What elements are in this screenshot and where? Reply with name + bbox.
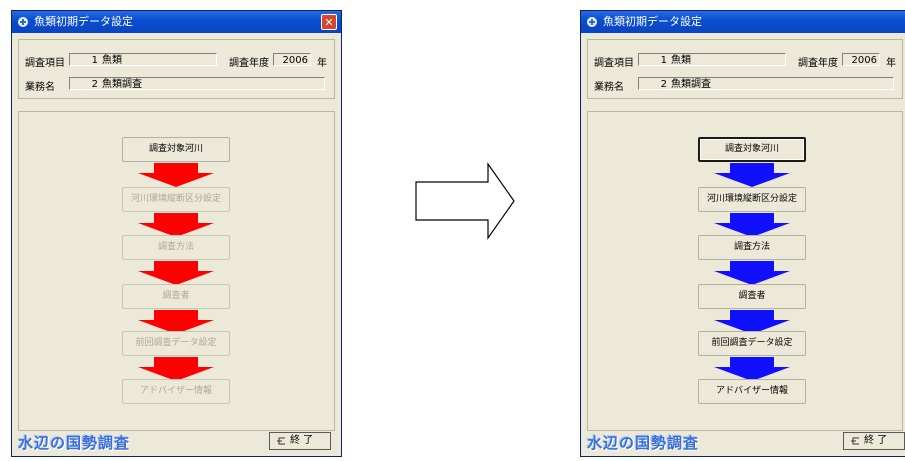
target-river-button[interactable]: 調査対象河川: [122, 137, 230, 162]
red-down-arrow-icon: [138, 163, 214, 187]
river-section-setting-button[interactable]: 河川環境縦断区分設定: [122, 187, 230, 212]
survey-info-panel: 調査項目 1 魚類 調査年度 2006 年 業務名 2 魚類調査: [18, 39, 335, 99]
exit-icon: [277, 437, 285, 445]
previous-survey-data-button[interactable]: 前回調査データ設定: [698, 331, 806, 356]
title-bar: 魚類初期データ設定: [581, 11, 905, 33]
survey-year-field: 2006: [842, 53, 880, 66]
app-icon: [587, 17, 597, 27]
survey-year-unit: 年: [886, 58, 896, 69]
exit-button[interactable]: 終 了: [269, 432, 331, 450]
survey-item-field: 1 魚類: [638, 53, 786, 66]
business-name-field: 2 魚類調査: [638, 77, 894, 90]
red-down-arrow-icon: [138, 213, 214, 237]
target-river-button[interactable]: 調査対象河川: [698, 137, 806, 162]
survey-item-number: 1: [91, 55, 98, 66]
survey-year-field: 2006: [273, 53, 311, 66]
transition-arrow-icon: [415, 162, 515, 240]
river-section-setting-button[interactable]: 河川環境縦断区分設定: [698, 187, 806, 212]
title-bar: 魚類初期データ設定 ✕: [12, 11, 341, 33]
blue-down-arrow-icon: [714, 213, 790, 237]
red-down-arrow-icon: [138, 261, 214, 285]
surveyor-button[interactable]: 調査者: [698, 284, 806, 309]
exit-label: 終 了: [864, 435, 888, 446]
business-name-label: 業務名: [594, 82, 624, 93]
survey-year-unit: 年: [317, 58, 327, 69]
window-after: 魚類初期データ設定 調査項目 1 魚類 調査年度 2006 年 業務名 2 魚類調査…: [580, 10, 905, 457]
survey-method-button[interactable]: 調査方法: [698, 235, 806, 260]
survey-method-button[interactable]: 調査方法: [122, 235, 230, 260]
exit-icon: [851, 437, 859, 445]
red-down-arrow-icon: [138, 357, 214, 381]
survey-item-label: 調査項目: [594, 58, 634, 69]
survey-item-number: 1: [660, 55, 667, 66]
survey-year-label: 調査年度: [229, 58, 269, 69]
survey-item-field: 1 魚類: [69, 53, 217, 66]
close-button[interactable]: ✕: [321, 14, 337, 30]
brand-logo: 水辺の国勢調査: [587, 434, 700, 452]
surveyor-button[interactable]: 調査者: [122, 284, 230, 309]
blue-down-arrow-icon: [714, 357, 790, 381]
brand-logo: 水辺の国勢調査: [18, 434, 131, 452]
business-name-field: 2 魚類調査: [69, 77, 325, 90]
exit-button[interactable]: 終 了: [843, 432, 905, 450]
business-number: 2: [660, 79, 667, 90]
blue-down-arrow-icon: [714, 163, 790, 187]
survey-item-label: 調査項目: [25, 58, 65, 69]
survey-item-value: 魚類: [671, 55, 691, 66]
survey-item-value: 魚類: [102, 55, 122, 66]
business-number: 2: [91, 79, 98, 90]
business-name-label: 業務名: [25, 82, 55, 93]
business-name-value: 魚類調査: [102, 79, 142, 90]
exit-label: 終 了: [290, 435, 314, 446]
bottom-bar: 水辺の国勢調査 終 了: [12, 428, 341, 456]
survey-info-panel: 調査項目 1 魚類 調査年度 2006 年 業務名 2 魚類調査: [587, 39, 903, 99]
window-title: 魚類初期データ設定: [34, 15, 133, 28]
setup-flow-panel: 調査対象河川 河川環境縦断区分設定 調査方法 調査者 前回調査データ設定 アドバ…: [587, 111, 903, 431]
setup-flow-panel: 調査対象河川 河川環境縦断区分設定 調査方法 調査者 前回調査データ設定 アドバ…: [18, 111, 335, 431]
previous-survey-data-button[interactable]: 前回調査データ設定: [122, 331, 230, 356]
blue-down-arrow-icon: [714, 261, 790, 285]
business-name-value: 魚類調査: [671, 79, 711, 90]
survey-year-label: 調査年度: [798, 58, 838, 69]
window-before: 魚類初期データ設定 ✕ 調査項目 1 魚類 調査年度 2006 年 業務名 2 魚類…: [11, 10, 342, 457]
close-icon: ✕: [324, 16, 334, 29]
bottom-bar: 水辺の国勢調査 終 了: [581, 428, 905, 456]
app-icon: [18, 17, 28, 27]
advisor-info-button[interactable]: アドバイザー情報: [122, 379, 230, 404]
advisor-info-button[interactable]: アドバイザー情報: [698, 379, 806, 404]
window-title: 魚類初期データ設定: [603, 15, 702, 28]
